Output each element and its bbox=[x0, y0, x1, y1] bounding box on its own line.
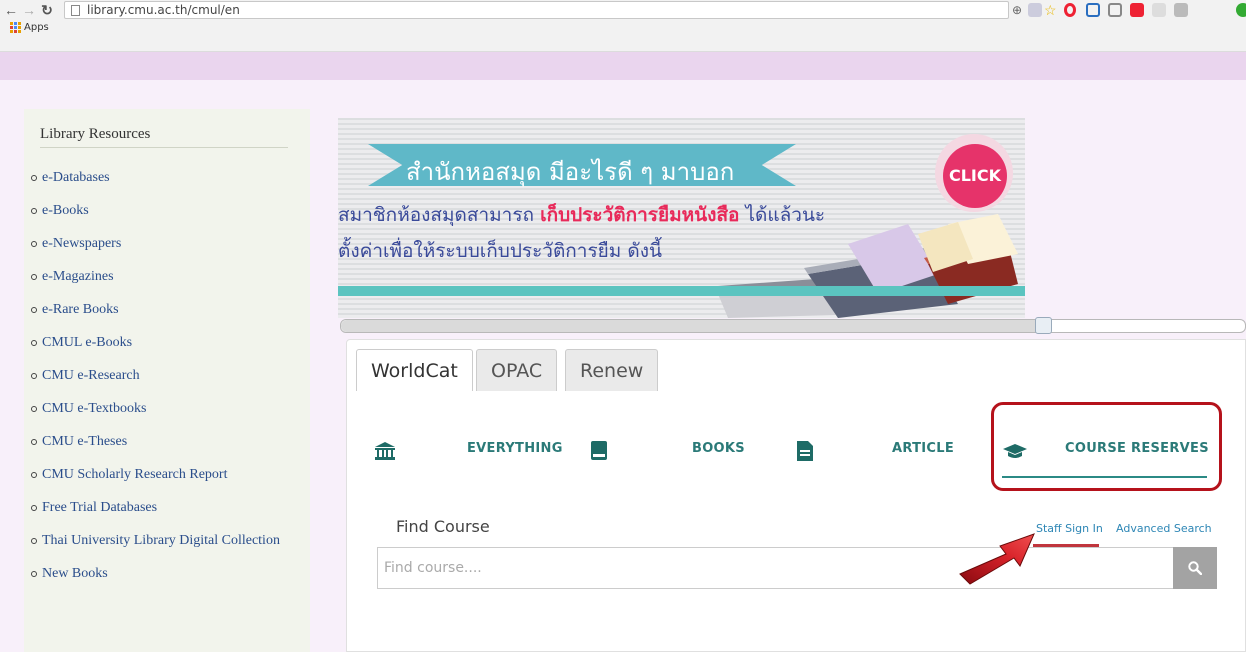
translate-icon[interactable] bbox=[1028, 3, 1042, 17]
sidebar-item-e-books[interactable]: e-Books bbox=[30, 202, 305, 219]
sidebar-item-cmu-scholarly-research-report[interactable]: CMU Scholarly Research Report bbox=[30, 466, 305, 483]
address-bar[interactable]: library.cmu.ac.th/cmul/en bbox=[64, 1, 1009, 19]
sidebar-item-cmu-e-theses[interactable]: CMU e-Theses bbox=[30, 433, 305, 450]
extension-icon[interactable] bbox=[1086, 3, 1100, 17]
find-course-label: Find Course bbox=[396, 517, 490, 536]
opera-icon[interactable] bbox=[1064, 3, 1076, 17]
sidebar-item-cmul-e-books[interactable]: CMUL e-Books bbox=[30, 334, 305, 351]
document-icon bbox=[797, 441, 813, 461]
sidebar-item-cmu-e-research[interactable]: CMU e-Research bbox=[30, 367, 305, 384]
banner-stripe bbox=[338, 286, 1025, 296]
institution-icon bbox=[375, 442, 395, 460]
library-resources-sidebar: Library Resources e-Databases e-Books e-… bbox=[24, 109, 310, 652]
camera-icon[interactable] bbox=[1108, 3, 1122, 17]
sidebar-list: e-Databases e-Books e-Newspapers e-Magaz… bbox=[30, 169, 305, 598]
zoom-icon[interactable]: ⊕ bbox=[1012, 3, 1026, 17]
back-icon[interactable]: ← bbox=[4, 2, 18, 18]
search-icon bbox=[1188, 561, 1202, 575]
apps-bookmark[interactable]: Apps bbox=[10, 22, 49, 33]
tab-renew[interactable]: Renew bbox=[565, 349, 659, 391]
pocket-icon[interactable] bbox=[1130, 3, 1144, 17]
slider-handle[interactable] bbox=[1035, 317, 1052, 334]
extension-icon[interactable] bbox=[1236, 3, 1246, 17]
search-button[interactable] bbox=[1173, 547, 1217, 589]
annotation-arrow-icon bbox=[959, 533, 1035, 585]
apps-grid-icon bbox=[10, 22, 21, 33]
tab-opac[interactable]: OPAC bbox=[476, 349, 558, 391]
forward-icon[interactable]: → bbox=[22, 2, 36, 18]
staff-sign-in-link[interactable]: Staff Sign In bbox=[1036, 522, 1103, 535]
sidebar-divider bbox=[40, 147, 288, 148]
category-everything[interactable]: EVERYTHING bbox=[467, 441, 563, 456]
sidebar-item-free-trial-databases[interactable]: Free Trial Databases bbox=[30, 499, 305, 516]
page-icon bbox=[71, 5, 80, 16]
sidebar-item-e-magazines[interactable]: e-Magazines bbox=[30, 268, 305, 285]
reload-icon[interactable]: ↻ bbox=[40, 2, 54, 18]
sidebar-item-e-databases[interactable]: e-Databases bbox=[30, 169, 305, 186]
sidebar-item-e-newspapers[interactable]: e-Newspapers bbox=[30, 235, 305, 252]
books-illustration bbox=[718, 214, 1018, 318]
promo-banner[interactable]: สำนักหอสมุด มีอะไรดี ๆ มาบอก สมาชิกห้องส… bbox=[338, 118, 1025, 318]
tab-worldcat[interactable]: WorldCat bbox=[356, 349, 473, 391]
slider-track-fill bbox=[341, 320, 1041, 332]
annotation-highlight-box bbox=[991, 402, 1222, 491]
advanced-search-link[interactable]: Advanced Search bbox=[1116, 522, 1212, 535]
click-badge[interactable]: CLICK bbox=[943, 144, 1007, 208]
star-icon[interactable]: ☆ bbox=[1044, 3, 1058, 17]
header-band bbox=[0, 52, 1246, 80]
extension-icon[interactable] bbox=[1152, 3, 1166, 17]
sidebar-item-e-rare-books[interactable]: e-Rare Books bbox=[30, 301, 305, 318]
url-text: library.cmu.ac.th/cmul/en bbox=[87, 3, 240, 17]
sidebar-title: Library Resources bbox=[40, 126, 151, 142]
banner-line-1-pre: สมาชิกห้องสมุดสามารถ bbox=[338, 204, 541, 226]
browser-chrome: ← → ↻ library.cmu.ac.th/cmul/en ⊕ ☆ Apps bbox=[0, 0, 1246, 52]
banner-slider[interactable] bbox=[340, 317, 1246, 334]
drive-icon[interactable] bbox=[1174, 3, 1188, 17]
sidebar-item-cmu-e-textbooks[interactable]: CMU e-Textbooks bbox=[30, 400, 305, 417]
sidebar-item-new-books[interactable]: New Books bbox=[30, 565, 305, 582]
category-article[interactable]: ARTICLE bbox=[892, 441, 954, 456]
find-course-input[interactable]: Find course.... bbox=[377, 547, 1174, 589]
book-icon bbox=[591, 441, 607, 460]
sidebar-item-thai-university-library-digital-collection[interactable]: Thai University Library Digital Collecti… bbox=[30, 532, 305, 549]
apps-label: Apps bbox=[24, 22, 49, 33]
category-books[interactable]: BOOKS bbox=[692, 441, 745, 456]
banner-headline: สำนักหอสมุด มีอะไรดี ๆ มาบอก bbox=[406, 158, 735, 186]
banner-line-2: ตั้งค่าเพื่อให้ระบบเก็บประวัติการยืม ดัง… bbox=[338, 240, 662, 262]
